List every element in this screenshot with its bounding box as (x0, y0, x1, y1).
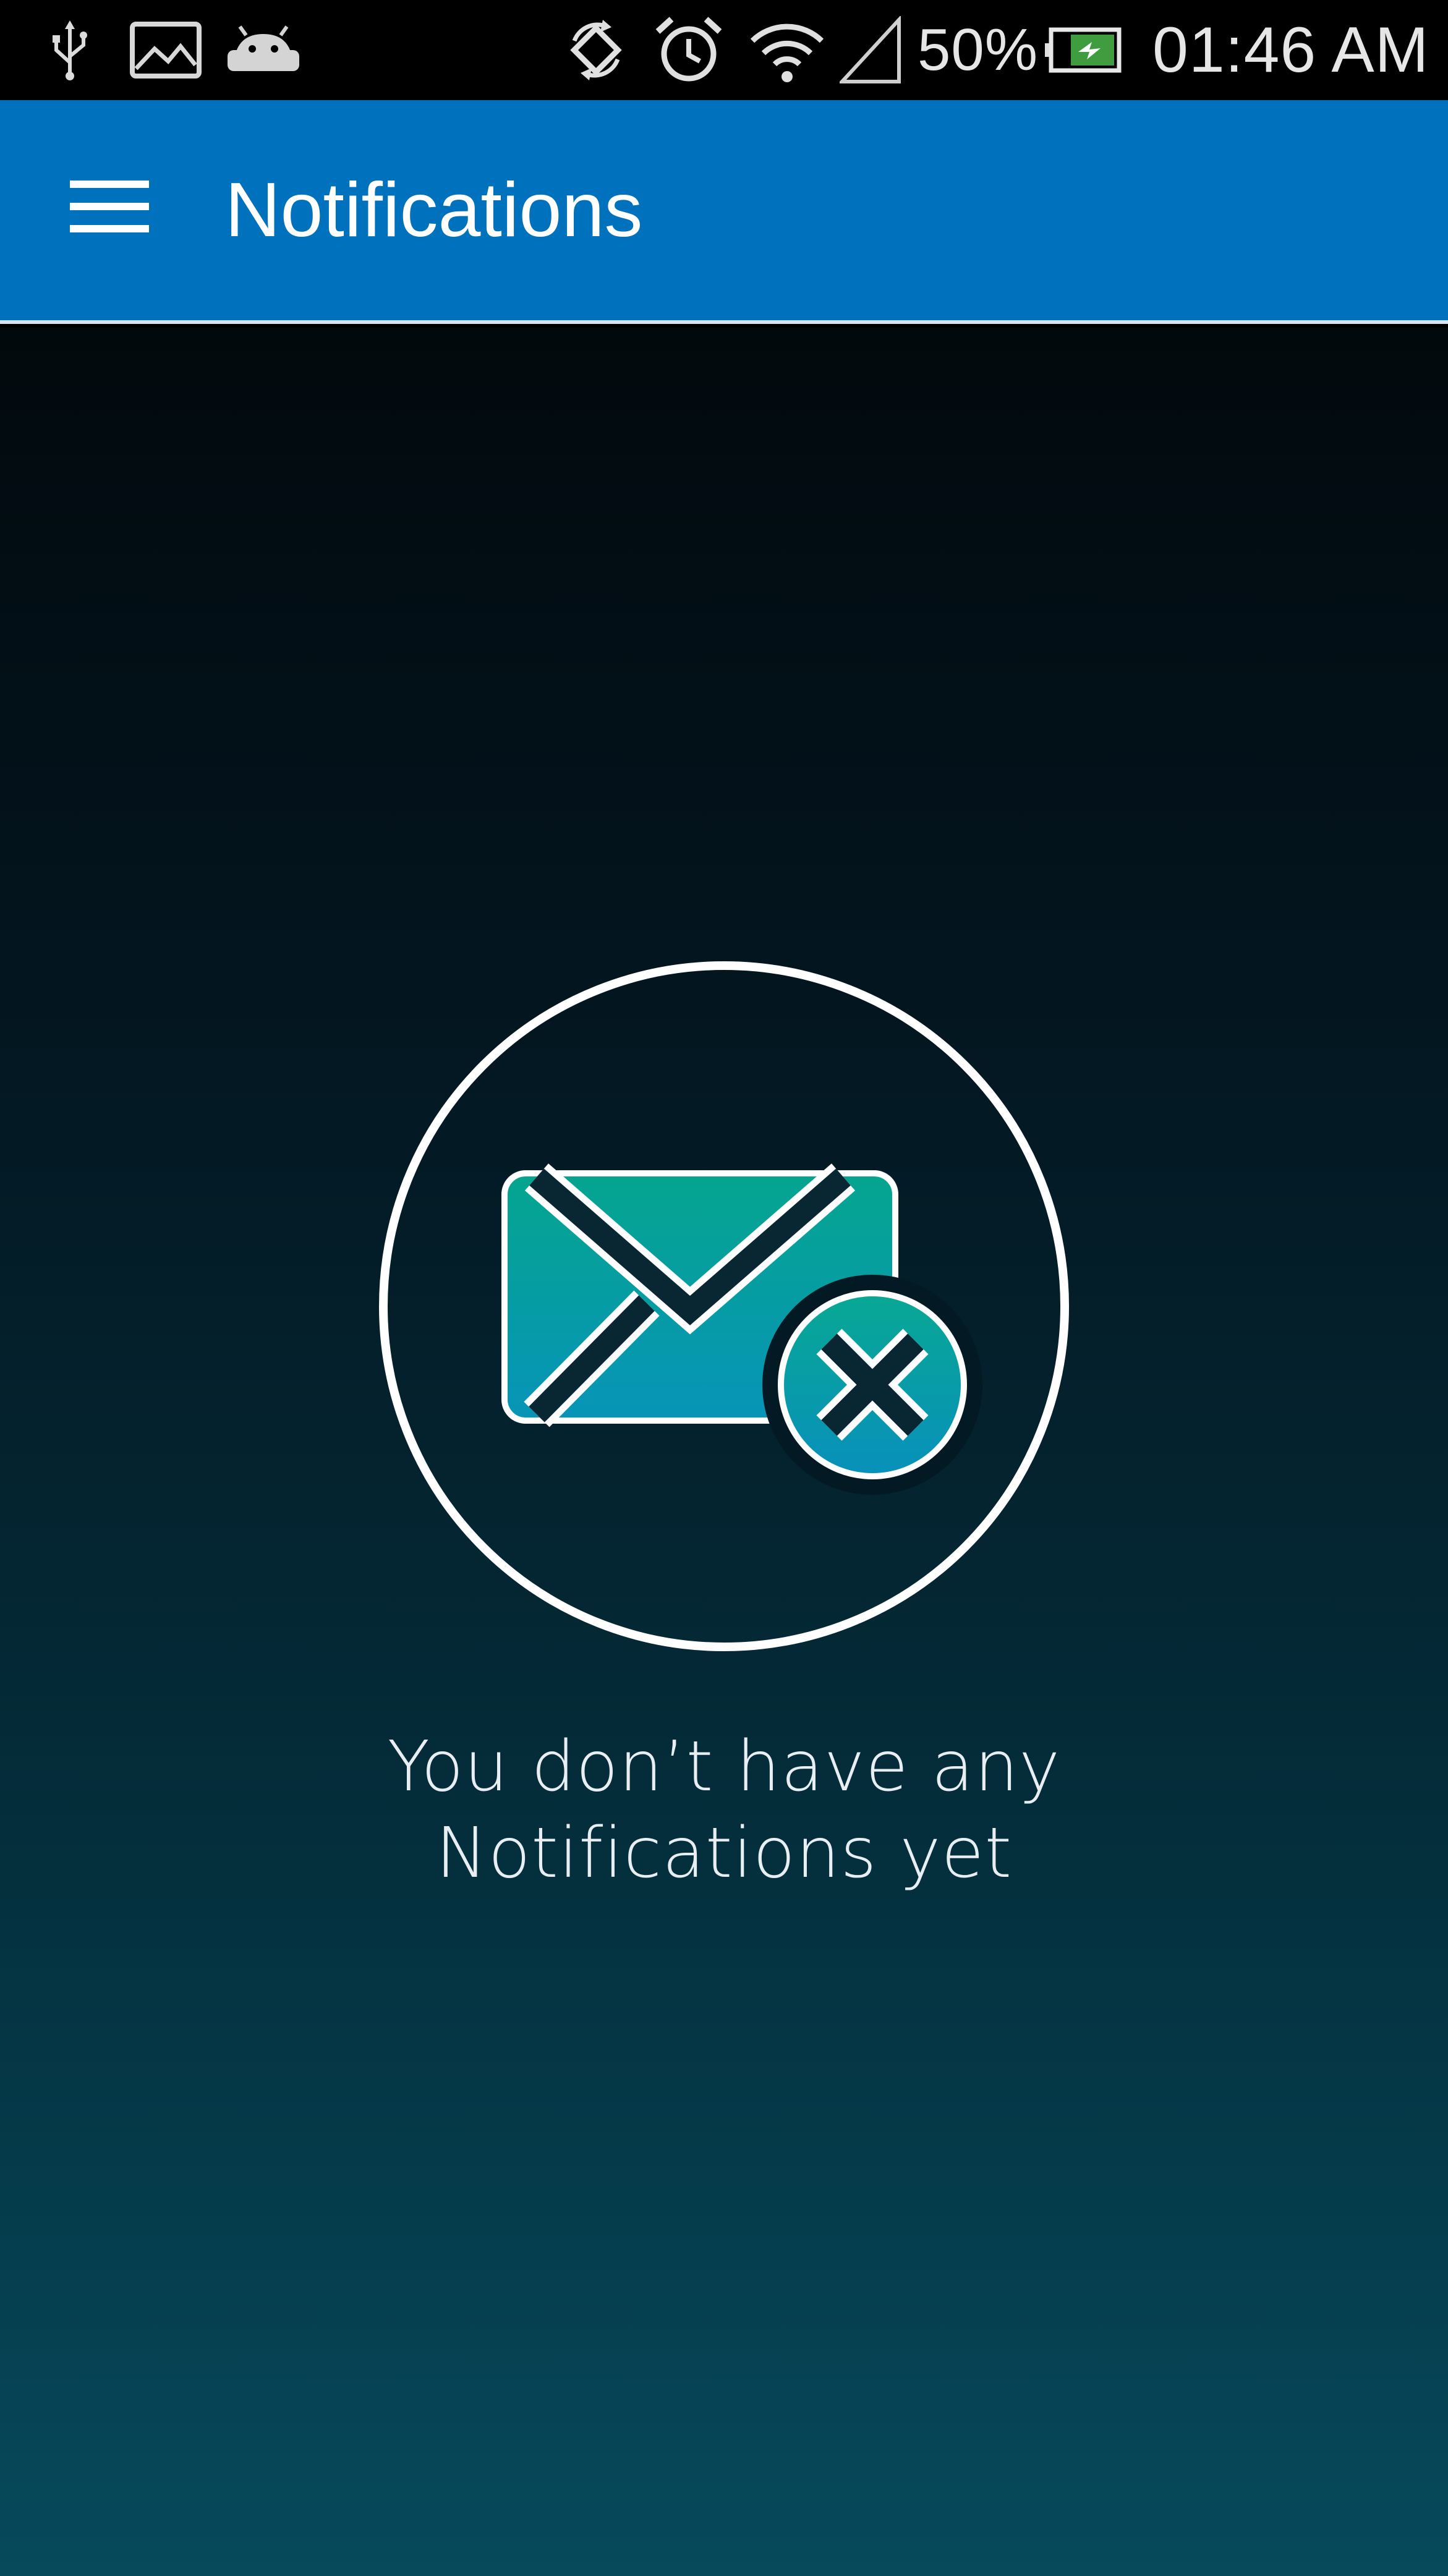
battery-charging-icon (1042, 0, 1123, 100)
image-icon (129, 0, 203, 100)
hamburger-menu-icon[interactable] (67, 176, 151, 237)
menu-button[interactable] (51, 145, 168, 268)
notifications-content: You don’t have any Notifications yet (0, 328, 1448, 2576)
signal-icon (840, 0, 901, 100)
wifi-icon (747, 0, 827, 100)
empty-state-line-2: Notifications yet (435, 1813, 1013, 1894)
mail-error-icon (379, 961, 1069, 1651)
empty-state-message: You don’t have any Notifications yet (229, 1724, 1219, 1897)
page-title: Notifications (225, 168, 643, 253)
empty-state-line-1: You don’t have any (387, 1727, 1061, 1807)
status-time: 01:46 AM (1152, 14, 1429, 86)
app-bar: Notifications (0, 100, 1448, 324)
battery-percent: 50% (918, 17, 1039, 83)
alarm-icon (652, 0, 726, 100)
usb-icon (48, 0, 92, 100)
empty-notifications-illustration (375, 957, 1073, 1656)
android-icon (226, 0, 300, 100)
sync-icon (559, 0, 633, 100)
status-bar: 50% 01:46 AM (0, 0, 1448, 100)
notifications-screen: 50% 01:46 AM Notifications You don’t hav… (0, 0, 1448, 2576)
